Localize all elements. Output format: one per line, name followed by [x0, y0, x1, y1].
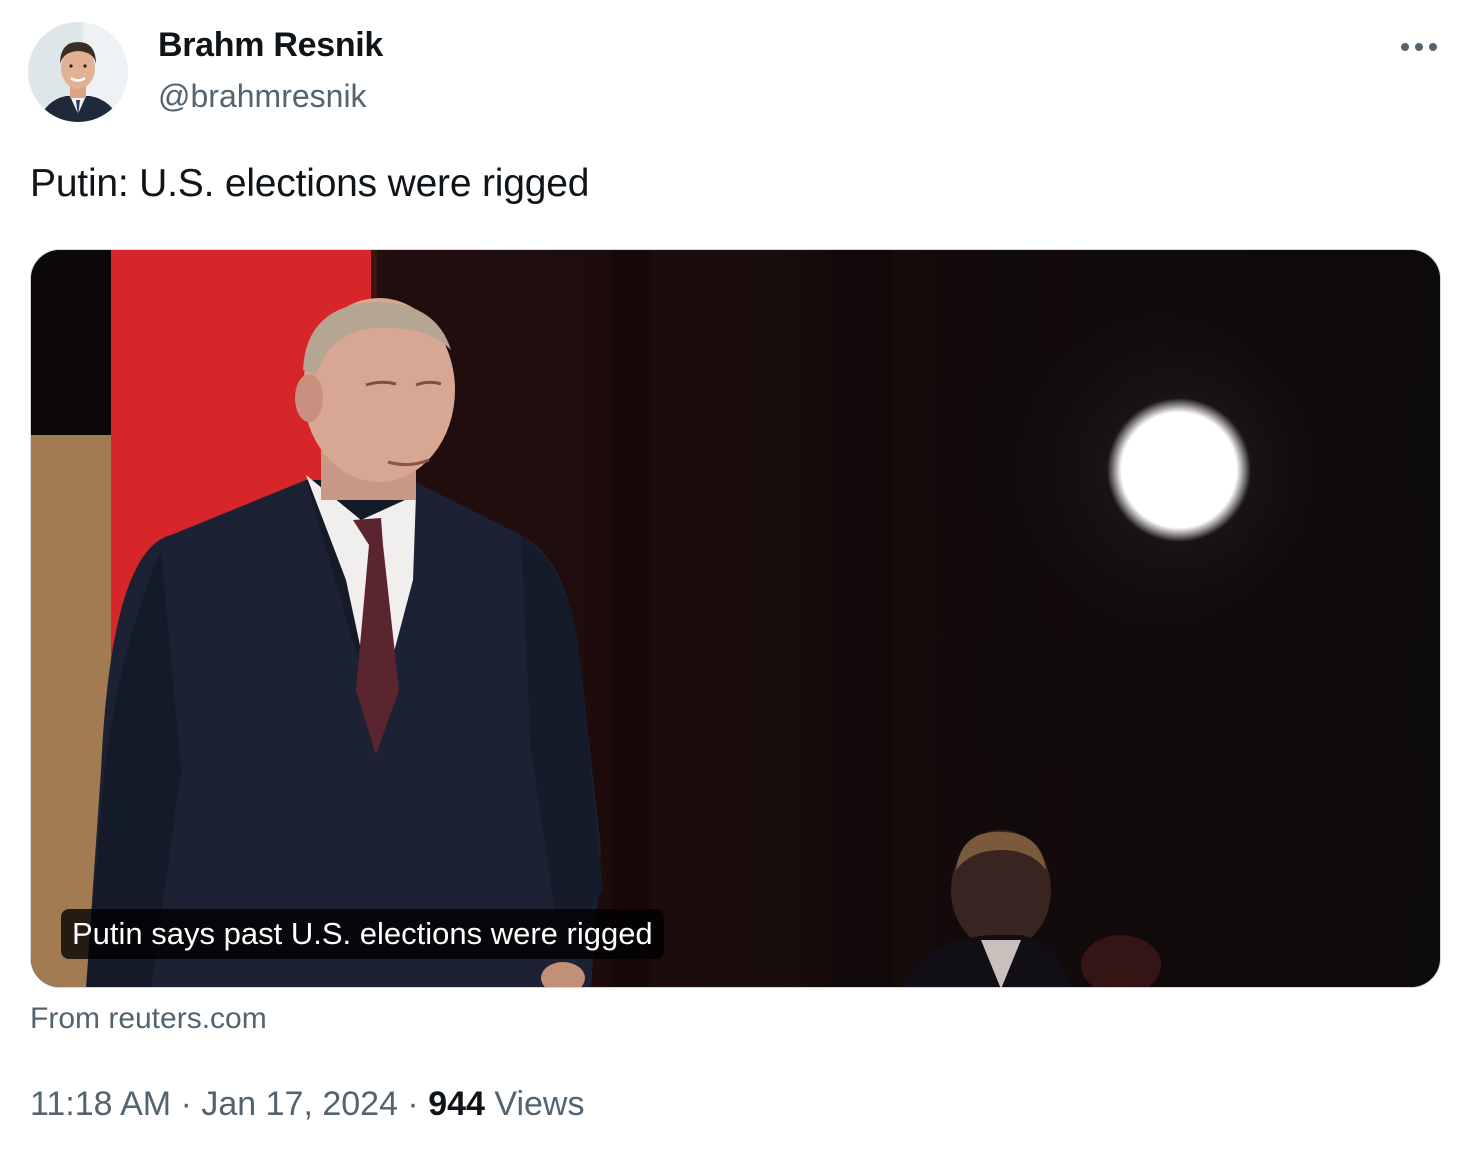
- card-source[interactable]: From reuters.com: [30, 1002, 267, 1036]
- tweet-text: Putin: U.S. elections were rigged: [30, 162, 590, 205]
- meta-separator: ·: [397, 1085, 429, 1123]
- tweet-meta: 11:18 AM · Jan 17, 2024 · 944 Views: [30, 1085, 584, 1124]
- link-card[interactable]: Putin says past U.S. elections were rigg…: [30, 249, 1441, 988]
- tweet-date[interactable]: Jan 17, 2024: [201, 1085, 398, 1123]
- card-caption: Putin says past U.S. elections were rigg…: [61, 909, 664, 959]
- more-options-button[interactable]: [1398, 30, 1440, 64]
- meta-separator: ·: [171, 1085, 202, 1123]
- author-handle[interactable]: @brahmresnik: [158, 78, 367, 115]
- author-avatar[interactable]: [28, 22, 128, 122]
- views-label: Views: [484, 1085, 585, 1123]
- card-image: [31, 250, 1440, 987]
- views-count: 944: [428, 1085, 485, 1123]
- author-name[interactable]: Brahm Resnik: [158, 26, 383, 65]
- more-horizontal-icon: [1401, 43, 1437, 51]
- tweet: Brahm Resnik @brahmresnik Putin: U.S. el…: [0, 0, 1470, 1158]
- avatar-image: [28, 22, 128, 122]
- tweet-time[interactable]: 11:18 AM: [30, 1085, 171, 1123]
